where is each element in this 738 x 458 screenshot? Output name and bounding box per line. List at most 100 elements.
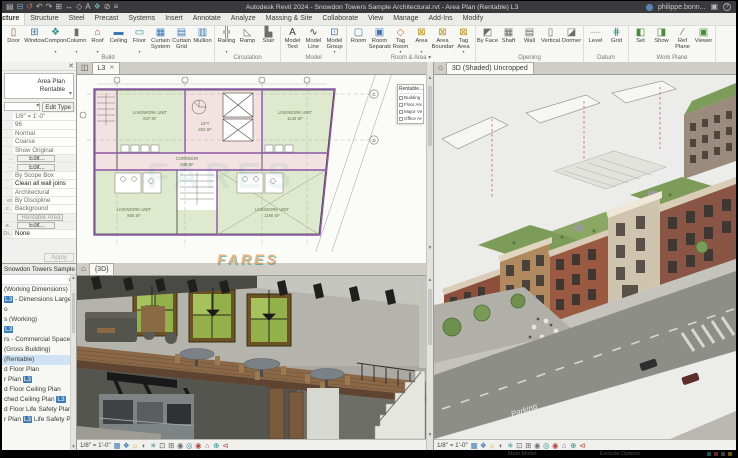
reveal-constraints-icon[interactable]: ⊲ [221,441,230,450]
browser-item[interactable]: L3 - Dimensions Large Scale [2,295,76,305]
ribbon-tab[interactable]: Systems [123,13,160,25]
stair-button[interactable]: ▙ Stair [258,26,279,54]
floor-plan-canvas[interactable]: FARES [77,75,426,252]
ramp-button[interactable]: ◺ Ramp [237,26,258,54]
tag-icon[interactable]: ◇ [76,2,82,12]
crop-view-icon[interactable]: ⊡ [158,441,167,450]
user-avatar-icon[interactable] [646,4,653,11]
ribbon-tab[interactable]: Architecture [2,13,25,25]
open-icon[interactable]: ▤ [6,2,14,12]
temporary-hide-isolate-icon[interactable]: ◎ [185,441,194,450]
shadows-icon[interactable]: ◐ [497,441,506,450]
exterior-3d-canvas[interactable]: Parking [434,75,736,439]
unlocked-3d-view-icon[interactable]: ◉ [176,441,185,450]
ceiling-button[interactable]: ▬ Ceiling [108,26,129,54]
property-row[interactable]: By Scope Box [2,172,76,180]
component-button[interactable]: ❖ Component ▾ [45,26,66,54]
temporary-view-properties-icon[interactable]: ⌂ [560,441,569,450]
shaft-button[interactable]: ▦ Shaft [498,26,519,54]
ribbon-tab[interactable]: Insert [160,13,188,25]
crop-view-icon[interactable]: ⊡ [515,441,524,450]
print-icon[interactable]: ⊞ [55,2,62,12]
redo-icon[interactable]: ↷ [46,2,53,12]
view-scale[interactable]: 1/8" = 1'-0" [80,442,111,449]
browser-item[interactable]: d Floor Plan [2,365,76,375]
tag-room-button[interactable]: ◇ Tag Room ▾ [390,26,411,54]
browser-item[interactable]: (Rentable) [2,355,76,365]
text-icon[interactable]: A [85,2,90,12]
sun-path-icon[interactable]: ☼ [131,441,140,450]
curtain-grid-button[interactable]: ▤ Curtain Grid [171,26,192,54]
workset-status[interactable]: Main Model [508,450,536,458]
area-button[interactable]: ⊠ Area ▾ [411,26,432,54]
show-work-plane-button[interactable]: ◨ Show [651,26,672,54]
model-group-button[interactable]: ⊡ Model Group ▾ [324,26,345,54]
ribbon-tab[interactable]: Analyze [226,13,261,25]
browser-search-row[interactable]: ✕ [2,275,76,285]
unlocked-3d-view-icon[interactable]: ◉ [533,441,542,450]
door-button[interactable]: ▯ Door [3,26,24,54]
railing-button[interactable]: ╬ Railing ▾ [216,26,237,54]
ribbon-tab[interactable]: Steel [64,13,90,25]
visual-style-icon[interactable]: ❖ [122,441,131,450]
press-drag-icon[interactable] [721,452,725,456]
area-legend[interactable]: Rentable... Building Co... Floor Are... [397,84,424,124]
tab-3d-shaded-uncropped[interactable]: 3D (Shaded) Uncropped [446,62,534,74]
ribbon-tab[interactable]: Structure [25,13,63,25]
property-row[interactable]: e.. Edit... [2,222,76,230]
close-icon[interactable]: ✕ [68,62,74,70]
help-icon[interactable]: ? [723,3,731,11]
properties-filter-combo[interactable] [4,102,40,111]
vertical-opening-button[interactable]: ▯ Vertical [540,26,561,54]
model-line-button[interactable]: ∿ Model Line [303,26,324,54]
interior-scrollbar[interactable]: ▲ ▼ [426,263,434,450]
window-button[interactable]: ⊞ Window [24,26,45,54]
wall-opening-button[interactable]: ▤ Wall [519,26,540,54]
tab-3d[interactable]: {3D} [89,263,115,275]
room-separator-button[interactable]: ▣ Room Separator [369,26,390,54]
property-row[interactable]: Normal [2,130,76,138]
show-analytical-model-icon[interactable]: ⊕ [569,441,578,450]
tag-area-button[interactable]: ⊠ Tag Area ▾ [453,26,474,54]
sun-path-icon[interactable]: ☼ [488,441,497,450]
design-options-status[interactable]: Exclude Options [600,450,640,458]
undo-icon[interactable]: ↶ [36,2,43,12]
browser-item[interactable]: d Floor Life Safety Plan [2,405,76,415]
temporary-hide-isolate-icon[interactable]: ◎ [542,441,551,450]
editable-only-icon[interactable] [707,452,711,456]
property-row[interactable]: .. Edit... [2,163,76,171]
ribbon-tab[interactable]: View [363,13,388,25]
browser-item[interactable]: o [2,305,76,315]
property-row[interactable]: Show Original [2,147,76,155]
browser-item[interactable]: (Working Dimensions) [2,285,76,295]
browser-item[interactable]: ched Ceiling Plan L3 [2,395,76,405]
property-row[interactable]: Coarse [2,138,76,146]
show-crop-region-icon[interactable]: ⊞ [167,441,176,450]
rendering-dialog-icon[interactable]: ✳ [506,441,515,450]
level-button[interactable]: ― Level [585,26,606,54]
floor-button[interactable]: ▭ Floor ▾ [129,26,150,54]
browser-item[interactable]: r Plan L3 Life Safety Plan [2,415,76,425]
apply-button[interactable]: Apply [44,253,74,262]
dormer-button[interactable]: ◪ Dormer [561,26,582,54]
roof-button[interactable]: ⌂ Roof ▾ [87,26,108,54]
default-3d-view-icon[interactable]: ❖ [94,2,101,12]
reveal-hidden-elements-icon[interactable]: ◉ [194,441,203,450]
browser-item[interactable]: r Plan L3 [2,375,76,385]
property-row[interactable]: .. Edit... [2,155,76,163]
type-selector[interactable]: Area Plan Rentable ▾ [4,73,74,99]
temporary-view-properties-icon[interactable]: ⌂ [203,441,212,450]
reveal-constraints-icon[interactable]: ⊲ [578,441,587,450]
rendering-dialog-icon[interactable]: ✳ [149,441,158,450]
cart-icon[interactable]: ▣ [710,2,718,12]
property-row[interactable]: 96 [2,121,76,129]
property-row[interactable]: Di.. None [2,230,76,238]
detail-level-icon[interactable]: ▦ [470,441,479,450]
view-icon[interactable]: ◫ [79,62,91,74]
close-icon[interactable]: ✕ [109,63,114,74]
curtain-system-button[interactable]: ▦ Curtain System [150,26,171,54]
home-icon[interactable]: ⌂ [79,263,88,275]
area-boundary-button[interactable]: ⊠ Area Boundary [432,26,453,54]
set-work-plane-button[interactable]: ◧ Set [630,26,651,54]
browser-item[interactable]: s (Working) [2,315,76,325]
